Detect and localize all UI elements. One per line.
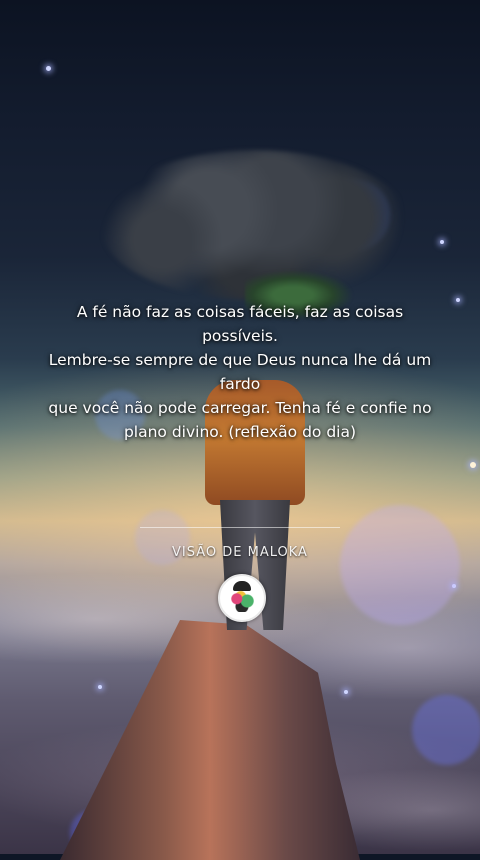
quote-line: que você não pode carregar. Tenha fé e c… <box>48 399 432 417</box>
quote-text: A fé não faz as coisas fáceis, faz as co… <box>40 300 440 444</box>
quote-line: A fé não faz as coisas fáceis, faz as co… <box>76 303 404 345</box>
bokeh-light <box>412 695 480 765</box>
star <box>456 298 460 302</box>
star <box>98 685 102 689</box>
brand-name: VISÃO DE MALOKA <box>172 545 308 560</box>
divider-line <box>140 527 340 528</box>
brand-logo-avatar <box>218 574 266 622</box>
logo-art-icon <box>229 590 255 612</box>
star <box>440 240 444 244</box>
star <box>344 690 348 694</box>
bokeh-light <box>340 505 460 625</box>
star <box>470 462 476 468</box>
star <box>46 66 51 71</box>
quote-line: plano divino. (reflexão do dia) <box>123 423 357 441</box>
quote-line: Lembre-se sempre de que Deus nunca lhe d… <box>48 351 432 393</box>
